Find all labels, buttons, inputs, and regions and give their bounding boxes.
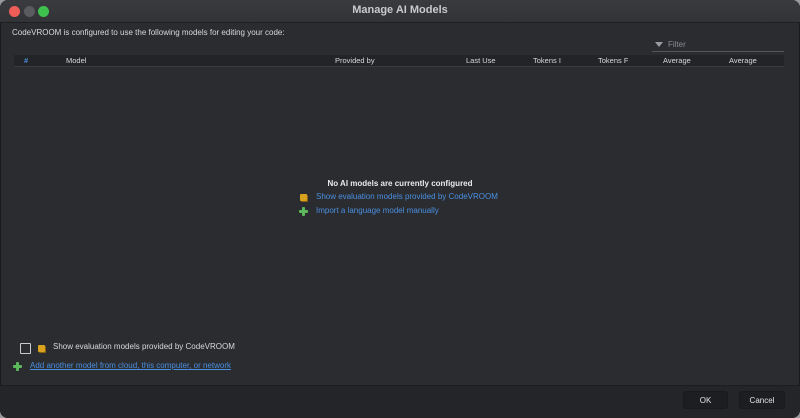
show-evaluation-models-row: Show evaluation models provided by CodeV… [290,192,530,204]
empty-state: No AI models are currently configured Sh… [290,179,530,218]
empty-state-title: No AI models are currently configured [327,179,473,188]
add-plus-icon [13,362,22,371]
column-header-average-1[interactable]: Average [663,56,691,65]
package-cube-icon [300,194,307,201]
filter-funnel-icon [655,42,663,47]
show-evaluation-models-label[interactable]: Show evaluation models provided by CodeV… [53,342,235,351]
column-header-average-2[interactable]: Average [729,56,757,65]
add-plus-icon [299,207,308,216]
intro-text: CodeVROOM is configured to use the follo… [12,28,285,37]
column-header-model[interactable]: Model [66,56,86,65]
show-evaluation-models-checkbox[interactable] [20,343,31,354]
show-evaluation-models-link[interactable]: Show evaluation models provided by CodeV… [316,192,498,201]
add-another-model-link[interactable]: Add another model from cloud, this compu… [30,361,231,370]
column-header-tokens-out[interactable]: Tokens F [598,56,628,65]
filter-field[interactable] [652,38,784,52]
column-header-provided-by[interactable]: Provided by [335,56,375,65]
import-language-model-link[interactable]: Import a language model manually [316,206,439,215]
models-table-header: # Model Provided by Last Use Tokens I To… [14,55,784,67]
window-title: Manage AI Models [352,4,448,16]
cancel-button[interactable]: Cancel [739,391,785,409]
manage-ai-models-window: Manage AI Models CodeVROOM is configured… [0,0,800,418]
package-cube-icon [38,345,45,352]
dialog-button-bar: OK Cancel [0,385,800,418]
ok-button[interactable]: OK [683,391,728,409]
import-model-row: Import a language model manually [290,206,530,218]
column-header-tokens-in[interactable]: Tokens I [533,56,563,65]
title-bar: Manage AI Models [0,0,800,23]
column-header-last-use[interactable]: Last Use [466,56,498,65]
filter-input[interactable] [668,39,778,50]
column-header-number[interactable]: # [24,56,28,65]
